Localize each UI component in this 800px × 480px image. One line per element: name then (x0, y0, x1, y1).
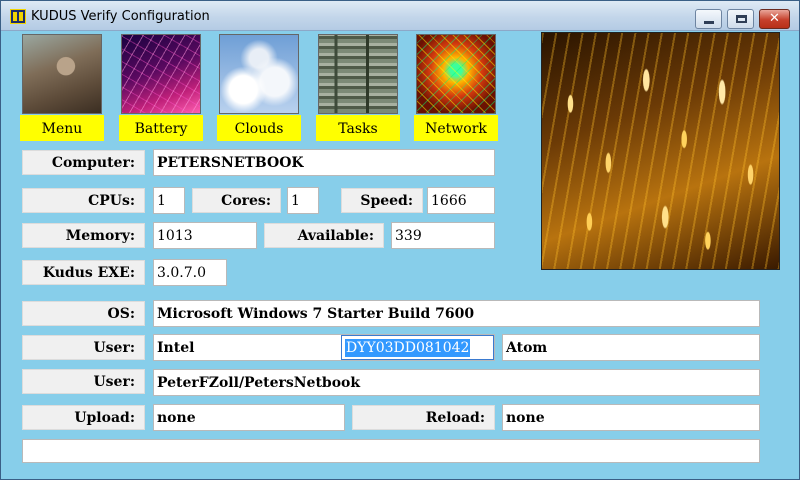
cores-label: Cores: (192, 188, 281, 213)
upload-label: Upload: (22, 405, 145, 430)
minimize-icon (704, 21, 714, 24)
main-window: KUDUS Verify Configuration ✕ Menu Batter… (0, 0, 800, 480)
maximize-button[interactable] (727, 9, 754, 29)
speed-field[interactable]: 1666 (427, 187, 495, 214)
nanostructure-photo (541, 32, 780, 270)
tasks-button[interactable]: Tasks (316, 115, 400, 141)
available-label: Available: (264, 223, 384, 248)
user-serial-field[interactable]: DYY03DD081042 (341, 335, 494, 360)
user-serial-selection: DYY03DD081042 (345, 339, 471, 357)
battery-button[interactable]: Battery (119, 115, 203, 141)
memory-label: Memory: (22, 223, 145, 248)
cpus-field[interactable]: 1 (153, 187, 185, 214)
circuit-board-picture[interactable] (318, 34, 398, 114)
os-label: OS: (22, 301, 145, 326)
clouds-picture[interactable] (219, 34, 299, 114)
reload-field[interactable]: none (502, 404, 760, 431)
battery-tile[interactable]: Battery (119, 34, 203, 143)
cores-field[interactable]: 1 (287, 187, 319, 214)
upload-field[interactable]: none (153, 404, 345, 431)
menu-tile[interactable]: Menu (20, 34, 104, 143)
os-field[interactable]: Microsoft Windows 7 Starter Build 7600 (153, 300, 760, 327)
minimize-button[interactable] (695, 9, 722, 29)
computer-field[interactable]: PETERSNETBOOK (153, 149, 495, 176)
user-label-hardware: User: (22, 335, 145, 360)
reload-label: Reload: (352, 405, 495, 430)
clouds-tile[interactable]: Clouds (217, 34, 301, 143)
network-grid-picture[interactable] (416, 34, 496, 114)
cpus-label: CPUs: (22, 188, 145, 213)
kudu-antelope-picture[interactable] (22, 34, 102, 114)
close-button[interactable]: ✕ (759, 9, 790, 29)
clouds-button[interactable]: Clouds (217, 115, 301, 141)
menu-button[interactable]: Menu (20, 115, 104, 141)
user-label-account: User: (22, 369, 145, 394)
computer-label: Computer: (22, 150, 145, 175)
magenta-grid-picture[interactable] (121, 34, 201, 114)
kudus-app-icon (10, 9, 26, 24)
user-cpu-field[interactable]: Atom (502, 334, 760, 361)
network-button[interactable]: Network (414, 115, 498, 141)
tasks-tile[interactable]: Tasks (316, 34, 400, 143)
client-area: Menu Battery Clouds Tasks Network Comput… (1, 32, 799, 479)
kudus-exe-field[interactable]: 3.0.7.0 (153, 259, 227, 286)
speed-label: Speed: (341, 188, 423, 213)
window-title: KUDUS Verify Configuration (31, 9, 210, 24)
memory-field[interactable]: 1013 (153, 222, 257, 249)
user-account-field[interactable]: PeterFZoll/PetersNetbook (153, 369, 760, 396)
status-field[interactable] (22, 439, 760, 463)
kudus-exe-label: Kudus EXE: (22, 260, 145, 285)
close-icon: ✕ (769, 11, 780, 26)
available-field[interactable]: 339 (391, 222, 495, 249)
maximize-icon (736, 15, 747, 23)
title-bar[interactable]: KUDUS Verify Configuration ✕ (1, 1, 799, 31)
network-tile[interactable]: Network (414, 34, 498, 143)
